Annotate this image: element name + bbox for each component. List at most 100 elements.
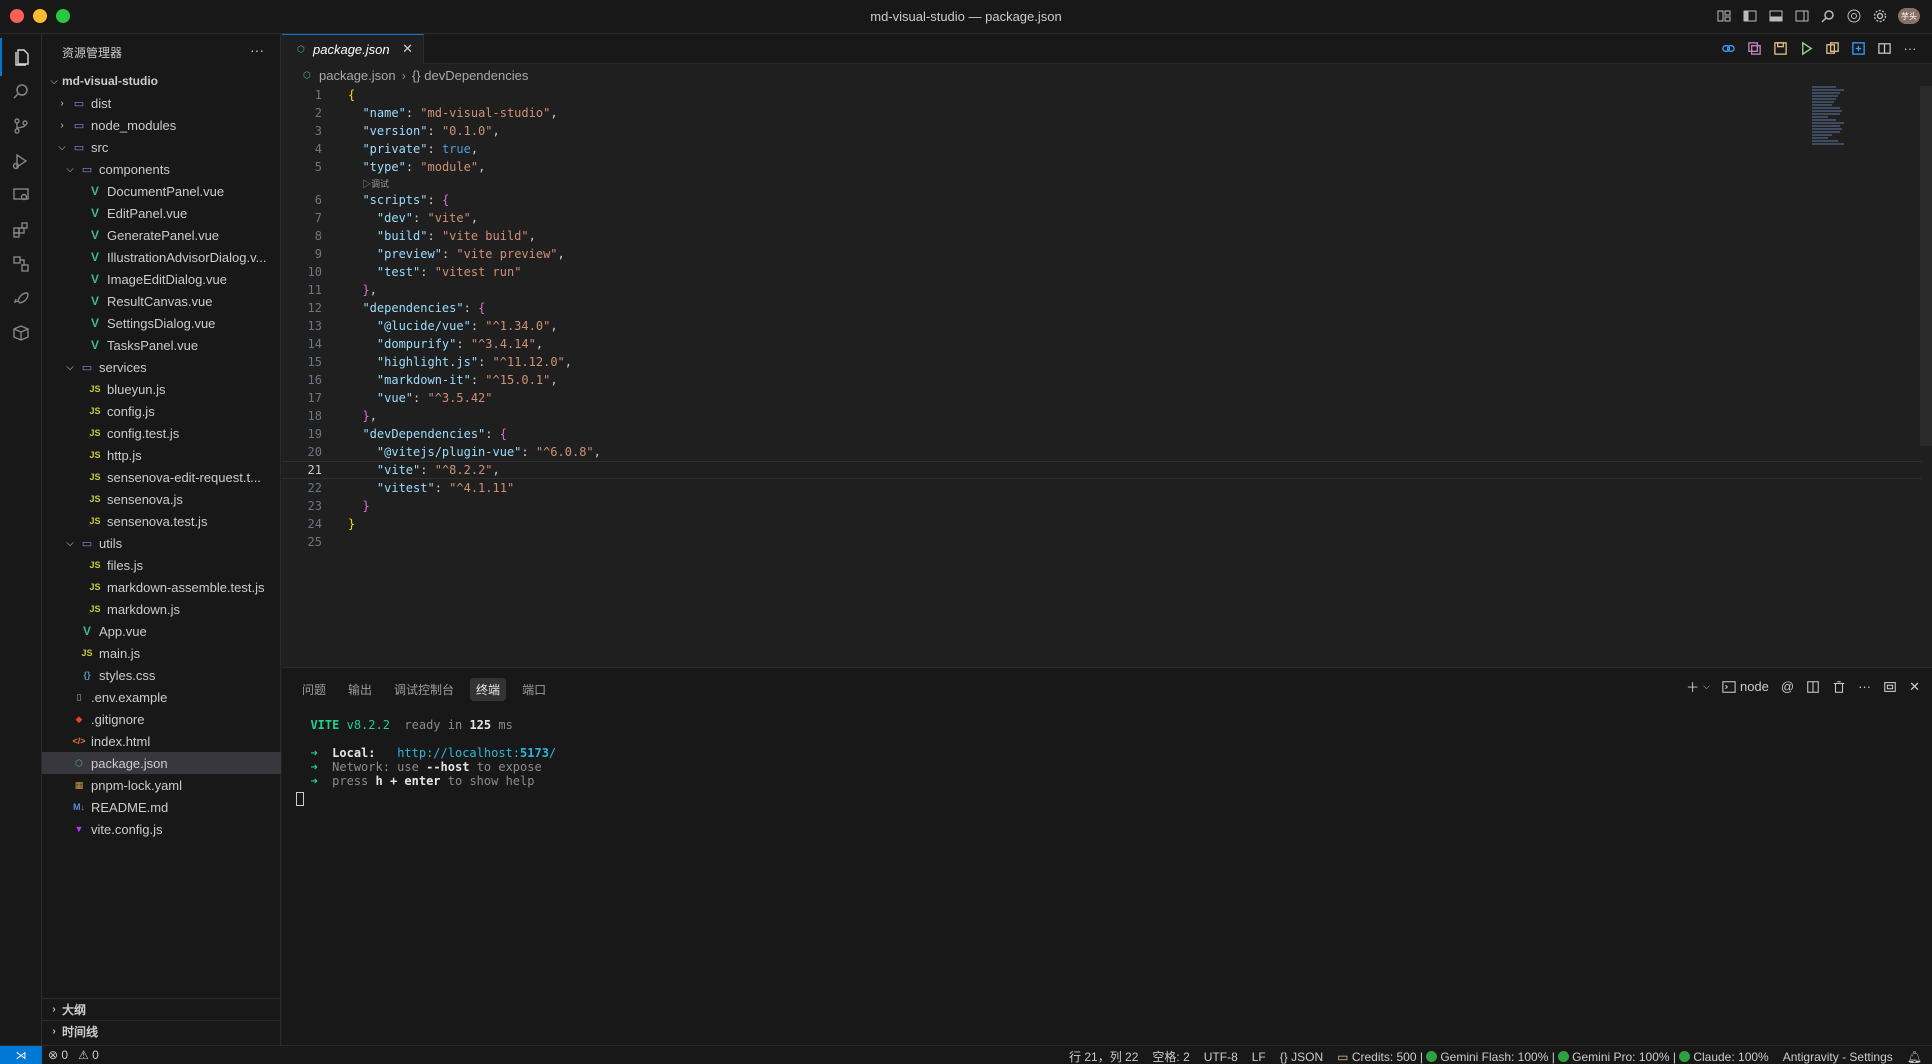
panel-tab[interactable]: 调试控制台	[388, 678, 460, 701]
remote-explorer-icon[interactable]	[0, 176, 42, 214]
panel-tab[interactable]: 端口	[516, 678, 552, 701]
more-actions-icon[interactable]: ···	[250, 42, 264, 58]
file-item[interactable]: V TasksPanel.vue	[42, 334, 281, 356]
file-item[interactable]: JS files.js	[42, 554, 281, 576]
toggle-sidebar-icon[interactable]	[1742, 8, 1758, 24]
more-actions-icon[interactable]: ···	[1902, 40, 1918, 56]
at-icon[interactable]: @	[1781, 679, 1794, 694]
toggle-secondary-sidebar-icon[interactable]	[1794, 8, 1810, 24]
file-item[interactable]: ▦ pnpm-lock.yaml	[42, 774, 281, 796]
close-icon[interactable]: ✕	[1909, 679, 1920, 695]
tab-package-json[interactable]: ⬡ package.json ✕	[282, 34, 424, 64]
remote-indicator-icon[interactable]: ⋊	[0, 1046, 42, 1064]
encoding[interactable]: UTF-8	[1204, 1050, 1238, 1064]
file-item[interactable]: V IllustrationAdvisorDialog.v...	[42, 246, 281, 268]
code-line[interactable]: 14 "dompurify": "^3.4.14",	[282, 335, 1922, 353]
file-item[interactable]: JS blueyun.js	[42, 378, 281, 400]
folder-item[interactable]: ⌵ ▭ utils	[42, 532, 281, 554]
code-line[interactable]: 20 "@vitejs/plugin-vue": "^6.0.8",	[282, 443, 1922, 461]
code-line[interactable]: 12 "dependencies": {	[282, 299, 1922, 317]
code-line[interactable]: 16 "markdown-it": "^15.0.1",	[282, 371, 1922, 389]
file-item[interactable]: JS sensenova.test.js	[42, 510, 281, 532]
quota-status[interactable]: ▭ Credits: 500 | Gemini Flash: 100% | Ge…	[1337, 1050, 1769, 1064]
file-item[interactable]: JS sensenova-edit-request.t...	[42, 466, 281, 488]
file-item[interactable]: {} styles.css	[42, 664, 281, 686]
file-item[interactable]: ◆ .gitignore	[42, 708, 281, 730]
source-control-icon[interactable]	[0, 107, 42, 145]
antigravity-icon[interactable]	[0, 245, 42, 283]
search-icon[interactable]	[0, 73, 42, 111]
browser-icon[interactable]	[1846, 8, 1862, 24]
minimap[interactable]	[1812, 86, 1852, 146]
indentation[interactable]: 空格: 2	[1152, 1048, 1189, 1064]
file-item[interactable]: JS http.js	[42, 444, 281, 466]
code-line[interactable]: 24}	[282, 515, 1922, 533]
split-copy-icon[interactable]	[1824, 40, 1840, 56]
copy-icon[interactable]	[1746, 40, 1762, 56]
file-item[interactable]: V GeneratePanel.vue	[42, 224, 281, 246]
close-icon[interactable]: ✕	[402, 41, 413, 57]
antigravity-settings[interactable]: Antigravity - Settings	[1783, 1050, 1893, 1064]
maximize-panel-icon[interactable]	[1883, 680, 1897, 694]
run-debug-icon[interactable]	[0, 142, 42, 180]
code-line[interactable]: 18 },	[282, 407, 1922, 425]
extensions-icon[interactable]	[0, 211, 42, 249]
outline-section[interactable]: › 大纲	[42, 998, 281, 1020]
save-icon[interactable]	[1772, 40, 1788, 56]
files-icon[interactable]	[0, 38, 42, 76]
gear-icon[interactable]	[1872, 8, 1888, 24]
panel-tab[interactable]: 终端	[470, 678, 507, 701]
search-icon[interactable]	[1820, 8, 1836, 24]
file-item[interactable]: </> index.html	[42, 730, 281, 752]
code-line[interactable]: 5 "type": "module",	[282, 158, 1922, 176]
code-line[interactable]: 8 "build": "vite build",	[282, 227, 1922, 245]
terminal-output[interactable]: VITE v8.2.2 ready in 125 ms ➜ Local: htt…	[296, 718, 556, 806]
panel-tab[interactable]: 问题	[296, 678, 332, 701]
account-avatar[interactable]: 芋头	[1898, 8, 1920, 24]
panel-tab[interactable]: 输出	[342, 678, 378, 701]
new-file-icon[interactable]	[1850, 40, 1866, 56]
breadcrumb-file[interactable]: package.json	[319, 68, 396, 83]
code-line[interactable]: 1{	[282, 86, 1922, 104]
code-line[interactable]: 2 "name": "md-visual-studio",	[282, 104, 1922, 122]
terminal-selector[interactable]: node	[1722, 679, 1769, 694]
link-icon[interactable]	[1720, 40, 1736, 56]
file-item[interactable]: V ImageEditDialog.vue	[42, 268, 281, 290]
code-line[interactable]: 13 "@lucide/vue": "^1.34.0",	[282, 317, 1922, 335]
end-of-line[interactable]: LF	[1252, 1050, 1266, 1064]
file-item[interactable]: JS main.js	[42, 642, 281, 664]
codelens-label[interactable]: ▷调试	[362, 177, 389, 190]
code-line[interactable]: 25	[282, 533, 1922, 551]
problems-summary[interactable]: ⊗ 0 ⚠ 0	[48, 1048, 99, 1062]
file-item[interactable]: V EditPanel.vue	[42, 202, 281, 224]
file-item[interactable]: V App.vue	[42, 620, 281, 642]
codelens-debug[interactable]: ▷调试	[282, 176, 1922, 191]
breadcrumb-symbol[interactable]: {} devDependencies	[412, 68, 528, 83]
code-line[interactable]: 6 "scripts": {	[282, 191, 1922, 209]
file-item[interactable]: M↓ README.md	[42, 796, 281, 818]
code-line[interactable]: 4 "private": true,	[282, 140, 1922, 158]
code-line[interactable]: 21 "vite": "^8.2.2",	[282, 461, 1922, 479]
bell-icon[interactable]: 🔔︎	[1907, 1050, 1922, 1064]
file-item[interactable]: ▯ .env.example	[42, 686, 281, 708]
new-terminal-button[interactable]: ＋ ⌵	[1686, 677, 1710, 696]
folder-item[interactable]: ⌵ ▭ services	[42, 356, 281, 378]
customize-layout-icon[interactable]	[1716, 8, 1732, 24]
file-item[interactable]: JS sensenova.js	[42, 488, 281, 510]
code-editor[interactable]: 1{2 "name": "md-visual-studio", 3 "versio…	[282, 86, 1922, 551]
folder-item[interactable]: › ▭ node_modules	[42, 114, 281, 136]
file-item[interactable]: V ResultCanvas.vue	[42, 290, 281, 312]
container-icon[interactable]	[0, 314, 42, 352]
split-terminal-icon[interactable]	[1806, 680, 1820, 694]
cursor-position[interactable]: 行 21，列 22	[1069, 1048, 1138, 1064]
code-line[interactable]: 10 "test": "vitest run"	[282, 263, 1922, 281]
language-mode[interactable]: {} JSON	[1280, 1050, 1323, 1064]
scrollbar-thumb[interactable]	[1920, 86, 1932, 446]
file-item[interactable]: JS markdown-assemble.test.js	[42, 576, 281, 598]
code-line[interactable]: 9 "preview": "vite preview",	[282, 245, 1922, 263]
code-line[interactable]: 17 "vue": "^3.5.42"	[282, 389, 1922, 407]
file-item[interactable]: V DocumentPanel.vue	[42, 180, 281, 202]
file-item[interactable]: ▼ vite.config.js	[42, 818, 281, 840]
run-icon[interactable]	[1798, 40, 1814, 56]
more-actions-icon[interactable]: ···	[1858, 679, 1871, 694]
